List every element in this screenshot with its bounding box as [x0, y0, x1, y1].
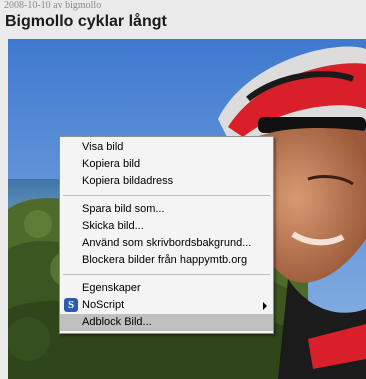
post-meta: 2008-10-10 av bigmollo	[4, 0, 102, 11]
menu-item-properties[interactable]: Egenskaper	[60, 280, 273, 297]
noscript-icon: S	[64, 298, 78, 312]
menu-item-copy-image-address[interactable]: Kopiera bildadress	[60, 173, 273, 190]
menu-item-noscript[interactable]: S NoScript	[60, 297, 273, 314]
menu-item-copy-image[interactable]: Kopiera bild	[60, 156, 273, 173]
menu-item-adblock-image[interactable]: Adblock Bild...	[60, 314, 273, 331]
menu-item-block-images[interactable]: Blockera bilder från happymtb.org	[60, 252, 273, 269]
menu-item-noscript-label: NoScript	[82, 299, 125, 311]
menu-item-save-image-as[interactable]: Spara bild som...	[60, 201, 273, 218]
submenu-arrow-icon	[263, 302, 267, 310]
menu-item-send-image[interactable]: Skicka bild...	[60, 218, 273, 235]
menu-item-view-image[interactable]: Visa bild	[60, 139, 273, 156]
menu-item-set-as-desktop-background[interactable]: Använd som skrivbordsbakgrund...	[60, 235, 273, 252]
post-title: Bigmollo cyklar långt	[5, 13, 167, 30]
context-menu: Visa bild Kopiera bild Kopiera bildadres…	[59, 136, 274, 334]
menu-separator	[63, 274, 270, 275]
menu-separator	[63, 195, 270, 196]
